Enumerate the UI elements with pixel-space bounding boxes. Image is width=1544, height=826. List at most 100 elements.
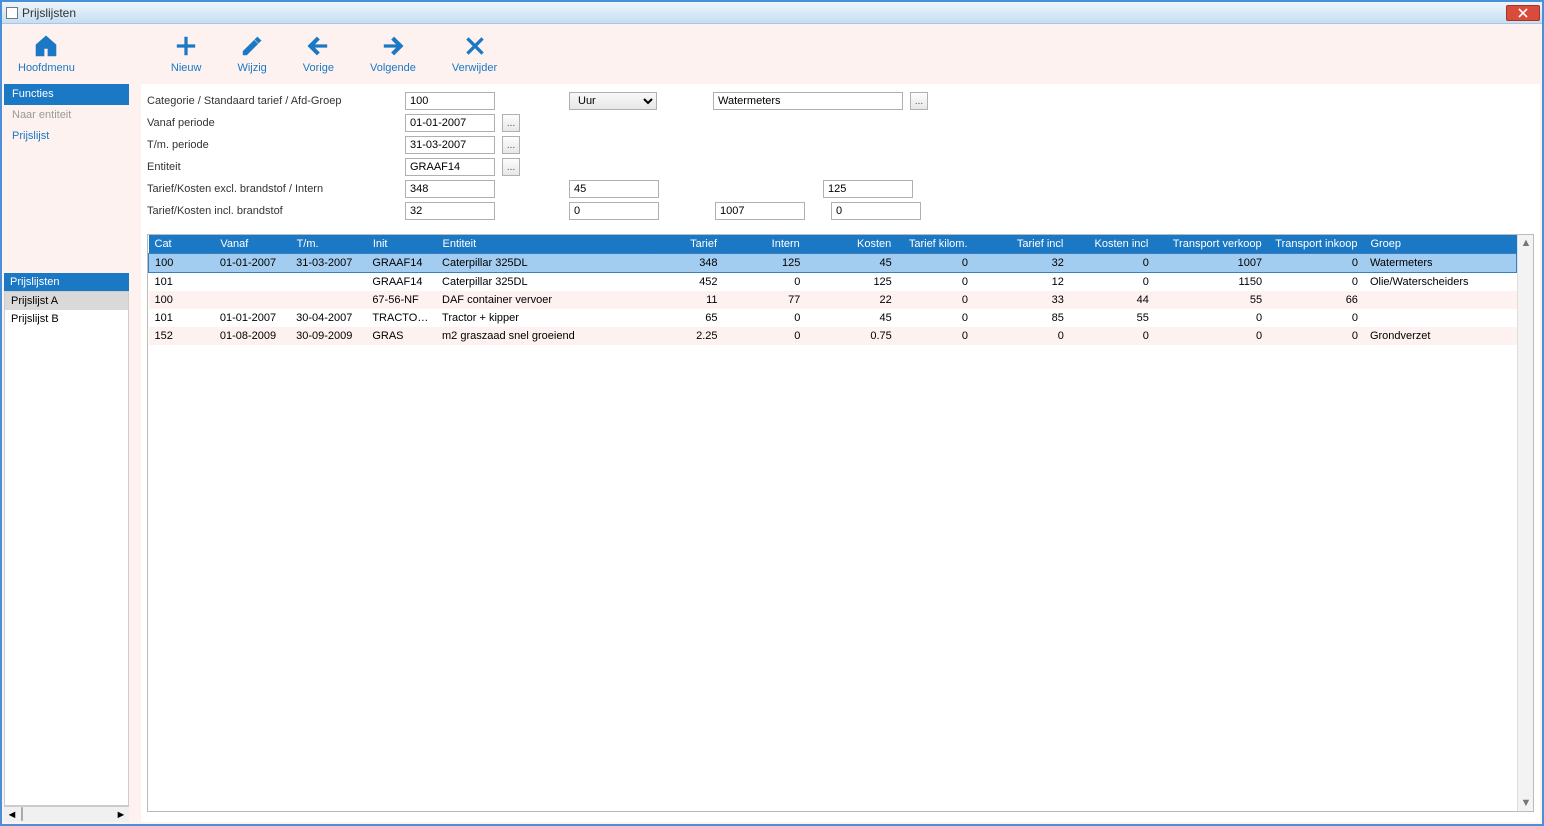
table-row[interactable]: 10067-56-NFDAF container vervoer11772203… [149,291,1517,309]
next-button[interactable]: Volgende [370,32,416,74]
table-cell [1364,291,1517,309]
table-cell: 44 [1070,291,1155,309]
input-category[interactable] [405,92,495,110]
label-to-period: T/m. periode [147,139,397,151]
grid-header[interactable]: Cat [149,235,214,254]
grid-header[interactable]: Tarief kilom. [898,235,974,254]
table-cell: 01-01-2007 [214,254,290,273]
input-excl-b[interactable] [569,180,659,198]
grid-header[interactable]: Entiteit [436,235,654,254]
table-cell: 0 [1268,309,1364,327]
lookup-entity-button[interactable]: ... [502,158,520,176]
table-cell: 32 [974,254,1070,273]
grid-header[interactable]: Init [366,235,436,254]
arrow-right-icon [379,32,407,60]
sidebar-nav-item[interactable]: Functies [4,84,129,105]
table-cell: 30-04-2007 [290,309,366,327]
window-icon [6,7,18,19]
table-cell: 0 [974,327,1070,345]
table-cell: GRAAF14 [366,273,436,292]
table-cell: 67-56-NF [366,291,436,309]
new-button[interactable]: Nieuw [171,32,202,74]
table-cell [290,273,366,292]
table-row[interactable]: 15201-08-200930-09-2009GRASm2 graszaad s… [149,327,1517,345]
sidebar-nav-item: Naar entiteit [4,105,129,126]
delete-button[interactable]: Verwijder [452,32,497,74]
table-row[interactable]: 10101-01-200730-04-2007TRACTORKTractor +… [149,309,1517,327]
table-cell: 45 [806,254,897,273]
grid-header[interactable]: Kosten incl [1070,235,1155,254]
table-cell: GRAAF14 [366,254,436,273]
input-entity[interactable] [405,158,495,176]
label-tariff-excl: Tarief/Kosten excl. brandstof / Intern [147,183,397,195]
table-cell: 125 [806,273,897,292]
sidebar-nav-item[interactable]: Prijslijst [4,126,129,147]
table-cell: 55 [1155,291,1268,309]
grid-header[interactable]: Tarief [654,235,724,254]
cross-icon [461,32,489,60]
table-cell: m2 graszaad snel groeiend [436,327,654,345]
grid-header[interactable]: Transport verkoop [1155,235,1268,254]
table-cell: 1150 [1155,273,1268,292]
input-to-period[interactable] [405,136,495,154]
toolbar-label: Volgende [370,62,416,74]
table-cell: 348 [654,254,724,273]
table-cell: 0 [898,254,974,273]
sidebar-hscroll[interactable]: ◄ ► [4,806,129,822]
input-excl-a[interactable] [405,180,495,198]
edit-button[interactable]: Wijzig [237,32,266,74]
window-title: Prijslijsten [22,6,76,20]
scroll-right-icon[interactable]: ► [113,808,129,822]
table-row[interactable]: 101GRAAF14Caterpillar 325DL4520125012011… [149,273,1517,292]
label-entity: Entiteit [147,161,397,173]
input-excl-c[interactable] [823,180,913,198]
grid-header[interactable]: Vanaf [214,235,290,254]
table-cell: 0.75 [806,327,897,345]
table-cell: 22 [806,291,897,309]
table-cell: 0 [1268,254,1364,273]
grid-vscroll[interactable]: ▲ ▼ [1517,235,1533,811]
lookup-group-button[interactable]: ... [910,92,928,110]
plus-icon [172,32,200,60]
lookup-to-period-button[interactable]: ... [502,136,520,154]
table-cell: 11 [654,291,724,309]
sidebar-list-row[interactable]: Prijslijst B [5,310,128,328]
table-cell: 0 [724,273,807,292]
grid-header[interactable]: T/m. [290,235,366,254]
table-cell: DAF container vervoer [436,291,654,309]
table-row[interactable]: 10001-01-200731-03-2007GRAAF14Caterpilla… [149,254,1517,273]
table-cell: 0 [724,309,807,327]
lookup-from-period-button[interactable]: ... [502,114,520,132]
input-incl-d[interactable] [831,202,921,220]
home-button[interactable]: Hoofdmenu [18,32,75,74]
table-cell: 45 [806,309,897,327]
grid-header[interactable]: Intern [724,235,807,254]
table-cell: 66 [1268,291,1364,309]
input-incl-c[interactable] [715,202,805,220]
input-from-period[interactable] [405,114,495,132]
sidebar-list-header: Prijslijsten [4,273,129,291]
grid-header[interactable]: Kosten [806,235,897,254]
table-cell: 01-08-2009 [214,327,290,345]
scroll-left-icon[interactable]: ◄ [4,808,20,822]
scroll-up-icon[interactable]: ▲ [1518,235,1534,251]
input-incl-b[interactable] [569,202,659,220]
grid-header[interactable]: Tarief incl [974,235,1070,254]
close-button[interactable] [1506,5,1540,21]
select-unit[interactable]: Uur [569,92,657,110]
grid-header[interactable]: Groep [1364,235,1517,254]
pencil-icon [238,32,266,60]
table-cell: 31-03-2007 [290,254,366,273]
grid-header[interactable]: Transport inkoop [1268,235,1364,254]
table-cell: 0 [1155,327,1268,345]
main-panel: Categorie / Standaard tarief / Afd-Groep… [141,84,1540,822]
titlebar: Prijslijsten [2,2,1542,24]
input-group[interactable] [713,92,903,110]
home-icon [32,32,60,60]
table-cell [290,291,366,309]
input-incl-a[interactable] [405,202,495,220]
sidebar-list-row[interactable]: Prijslijst A [5,292,128,310]
scroll-down-icon[interactable]: ▼ [1518,795,1534,811]
toolbar-label: Nieuw [171,62,202,74]
prev-button[interactable]: Vorige [303,32,334,74]
